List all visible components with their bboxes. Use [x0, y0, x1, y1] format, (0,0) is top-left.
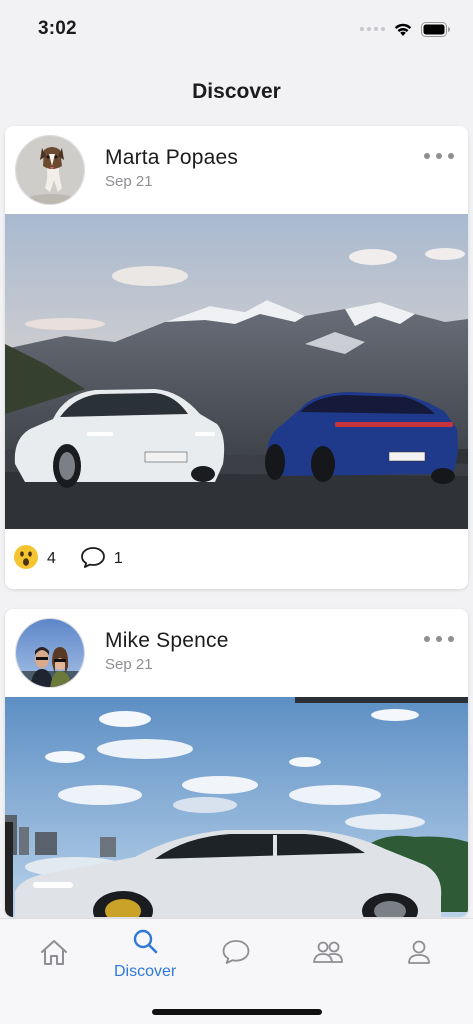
author-info: Marta Popaes Sep 21 [105, 146, 238, 190]
avatar[interactable] [15, 135, 85, 205]
post-image[interactable] [5, 214, 468, 529]
author-info: Mike Spence Sep 21 [105, 629, 229, 673]
post-card: Mike Spence Sep 21 [5, 609, 468, 917]
more-options-button[interactable] [424, 631, 454, 647]
battery-icon [421, 21, 451, 37]
home-indicator[interactable] [152, 1009, 322, 1015]
chat-icon [221, 938, 251, 971]
signal-icon [360, 27, 385, 31]
post-image[interactable] [5, 697, 468, 917]
more-options-button[interactable] [424, 148, 454, 164]
avatar[interactable] [15, 618, 85, 688]
search-icon [131, 928, 159, 961]
comment-count: 1 [113, 550, 123, 567]
profile-icon [405, 938, 433, 971]
reaction-count: 4 [47, 550, 56, 567]
tab-discover[interactable]: Discover [105, 923, 185, 985]
post-header: Mike Spence Sep 21 [5, 609, 468, 697]
home-icon [39, 938, 69, 971]
post-date: Sep 21 [105, 173, 153, 190]
author-name[interactable]: Mike Spence [105, 629, 229, 653]
page-title: Discover [192, 80, 281, 103]
status-icons [360, 21, 451, 37]
post-actions: 4 1 [5, 529, 468, 589]
nav-header: Discover [0, 70, 473, 114]
author-name[interactable]: Marta Popaes [105, 146, 238, 170]
tab-chat[interactable] [196, 923, 276, 985]
post-header: Marta Popaes Sep 21 [5, 126, 468, 214]
status-bar: 3:02 [0, 0, 473, 58]
tab-bar: Discover [0, 918, 473, 1024]
tab-label: Discover [113, 962, 177, 980]
friends-icon [312, 938, 344, 971]
tab-friends[interactable] [288, 923, 368, 985]
comment-icon[interactable] [80, 545, 106, 574]
post-date: Sep 21 [105, 656, 153, 673]
post-card: Marta Popaes Sep 21 4 1 [5, 126, 468, 589]
status-time: 3:02 [38, 18, 77, 39]
tab-home[interactable] [14, 923, 94, 985]
feed[interactable]: Marta Popaes Sep 21 4 1 Mike Spence Sep … [5, 126, 468, 937]
surprised-reaction-icon[interactable] [13, 544, 39, 575]
tab-profile[interactable] [379, 923, 459, 985]
wifi-icon [393, 22, 413, 37]
